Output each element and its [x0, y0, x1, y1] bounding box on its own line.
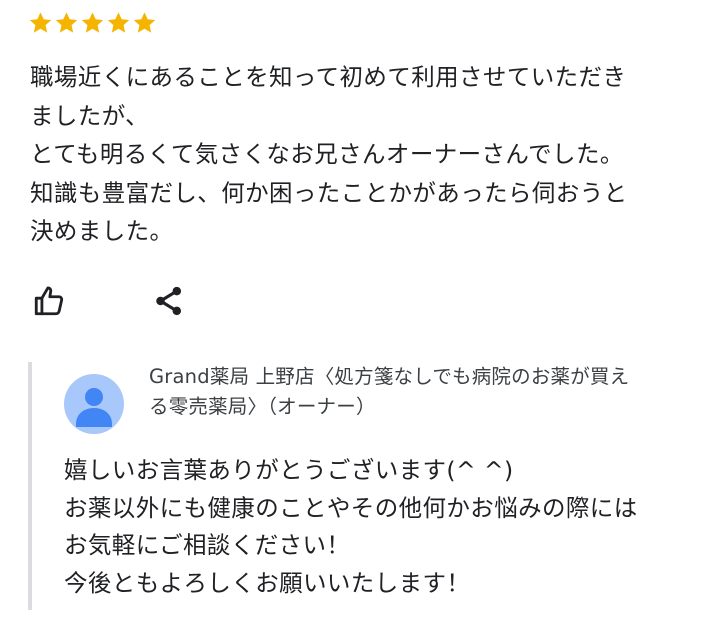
share-icon — [156, 286, 182, 316]
review-text-line: ましたが、 — [30, 101, 150, 130]
star-icon — [81, 12, 104, 33]
review-text-line: 職場近くにあることを知って初めて利用させていただき — [30, 63, 627, 91]
reply-text-line: 嬉しいお言葉ありがとうございます(^ ^) — [64, 456, 514, 484]
reply-text: 嬉しいお言葉ありがとうございます(^ ^) お薬以外にも健康のことやその他何かお… — [64, 452, 694, 602]
reply-text-line: お気軽にご相談ください！ — [64, 531, 351, 559]
star-rating — [28, 10, 157, 36]
review-text-line: 決めました。 — [30, 217, 174, 245]
owner-name: Grand薬局 上野店〈処方箋なしでも病院のお薬が買え る零売薬局〉（オーナー） — [149, 362, 699, 422]
review-actions — [30, 282, 188, 320]
review-text-line: とても明るくて気さくなお兄さんオーナーさんでした。 — [30, 140, 624, 168]
star-icon — [107, 12, 130, 33]
share-button[interactable] — [150, 282, 188, 320]
review-text-line: 知識も豊富だし、何か困ったことかがあったら伺おうと — [30, 178, 628, 207]
reply-text-line: お薬以外にも健康のことやその他何かお悩みの際には — [64, 493, 638, 522]
star-icon — [29, 12, 52, 33]
star-icon — [133, 12, 156, 33]
reply-text-line: 今後ともよろしくお願いいたします！ — [64, 568, 471, 597]
star-icon — [55, 12, 78, 33]
owner-name-line: る零売薬局〉（オーナー） — [149, 395, 376, 418]
review-text: 職場近くにあることを知って初めて利用させていただき ましたが、 とても明るくて気… — [30, 58, 700, 251]
person-icon — [76, 388, 112, 427]
like-button[interactable] — [30, 282, 68, 320]
owner-name-line: Grand薬局 上野店〈処方箋なしでも病院のお薬が買え — [149, 365, 630, 388]
thumb-up-icon — [34, 286, 64, 316]
owner-reply: Grand薬局 上野店〈処方箋なしでも病院のお薬が買え る零売薬局〉（オーナー）… — [28, 362, 702, 610]
avatar — [64, 374, 124, 434]
